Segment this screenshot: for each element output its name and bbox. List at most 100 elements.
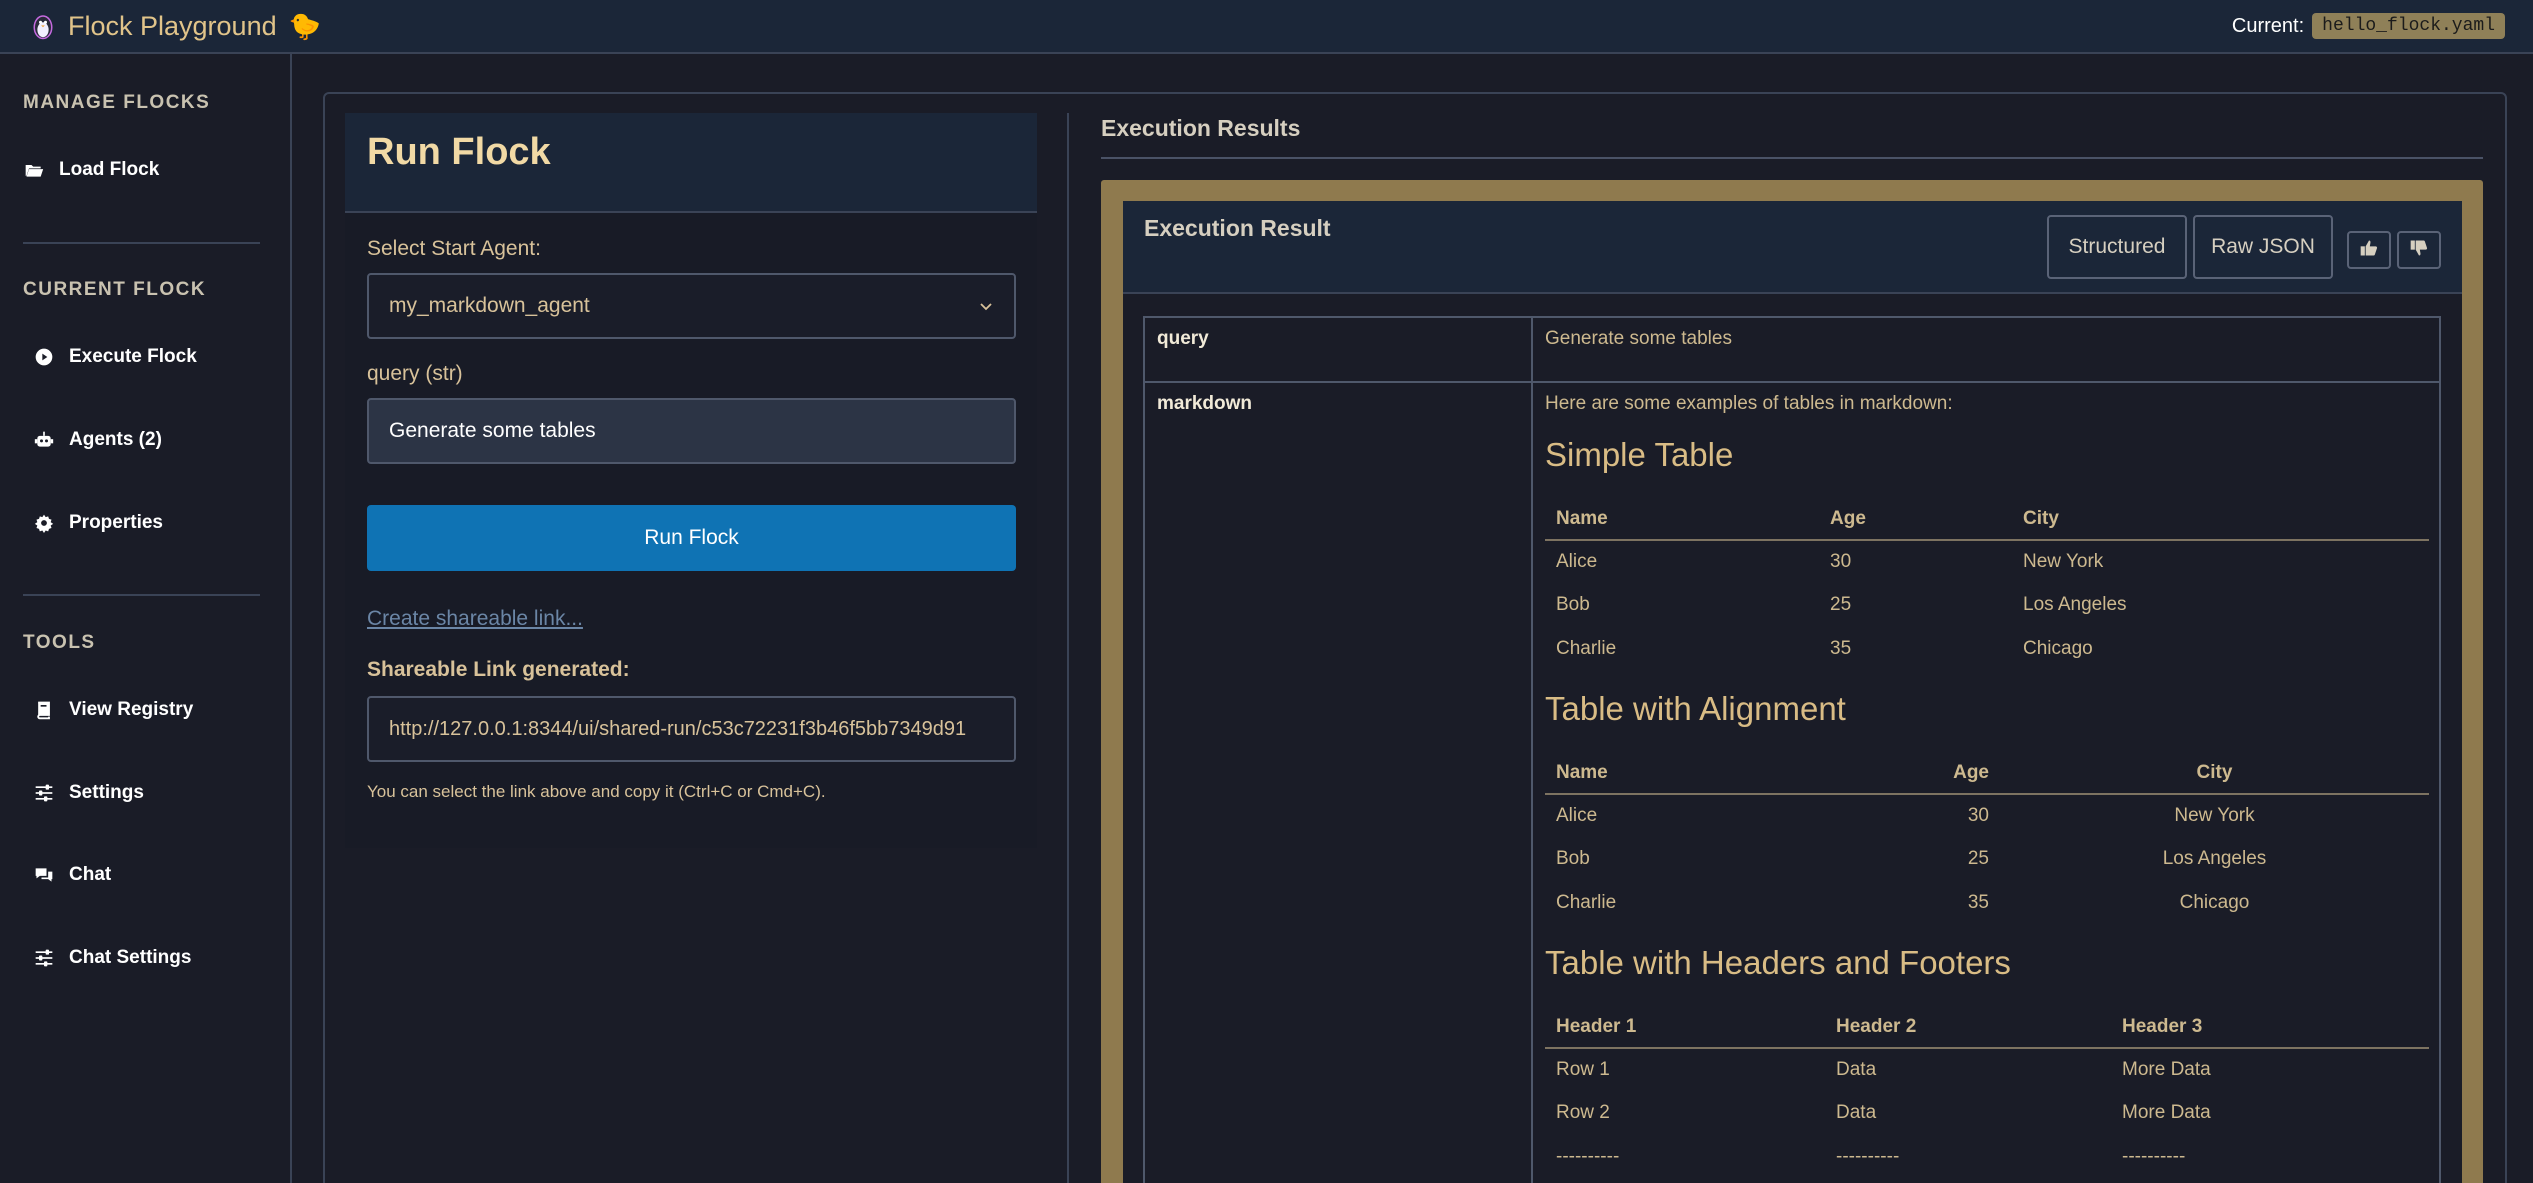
penguin-logo-icon bbox=[28, 11, 58, 41]
create-shareable-link[interactable]: Create shareable link... bbox=[367, 607, 583, 631]
table-row: Bob 25 Los Angeles bbox=[1545, 838, 2429, 882]
play-circle-icon bbox=[33, 346, 55, 368]
table-row: Alice 30 New York bbox=[1545, 794, 2429, 838]
markdown-intro: Here are some examples of tables in mark… bbox=[1545, 393, 1953, 414]
shareable-link-title: Shareable Link generated: bbox=[367, 658, 630, 681]
sliders-icon bbox=[33, 947, 55, 969]
run-flock-header: Run Flock bbox=[345, 113, 1037, 213]
panel-divider bbox=[1067, 113, 1069, 1183]
sidebar-divider bbox=[23, 594, 260, 596]
selected-agent-value: my_markdown_agent bbox=[389, 294, 590, 317]
shareable-link-hint: You can select the link above and copy i… bbox=[367, 782, 826, 801]
table-cell: Row 1 bbox=[1556, 1059, 1610, 1081]
app-header: Flock Playground 🐤 Current: hello_flock.… bbox=[0, 0, 2533, 54]
sidebar-item-chat[interactable]: Chat bbox=[33, 864, 111, 886]
table-cell: Chicago bbox=[2023, 637, 2093, 659]
table-cell: ---------- bbox=[1556, 1145, 1620, 1167]
table-cell: Alice bbox=[1556, 805, 1598, 827]
table-cell: Charlie bbox=[1556, 891, 1617, 913]
robot-icon bbox=[33, 429, 55, 451]
thumbs-down-icon bbox=[2409, 238, 2429, 263]
table-cell: Bob bbox=[1556, 848, 1590, 870]
app-title: Flock Playground bbox=[68, 10, 277, 41]
book-icon bbox=[33, 699, 55, 721]
start-agent-select[interactable]: my_markdown_agent bbox=[367, 273, 1016, 339]
table-cell: 35 bbox=[1830, 637, 1852, 659]
table-header: City bbox=[2000, 752, 2429, 795]
sidebar-item-properties[interactable]: Properties bbox=[33, 512, 163, 534]
shareable-link-field[interactable]: http://127.0.0.1:8344/ui/shared-run/c53c… bbox=[367, 696, 1016, 762]
sidebar-divider bbox=[23, 242, 260, 244]
table-cell: More Data bbox=[2122, 1059, 2211, 1081]
table-cell: More Data bbox=[2122, 1102, 2211, 1124]
thumbs-up-button[interactable] bbox=[2347, 231, 2391, 269]
thumbs-down-button[interactable] bbox=[2397, 231, 2441, 269]
section-title-current: CURRENT FLOCK bbox=[23, 279, 207, 300]
query-label: query (str) bbox=[367, 362, 463, 385]
sidebar-item-label: Chat bbox=[69, 864, 112, 885]
sidebar-item-label: Properties bbox=[69, 512, 163, 533]
table-cell: Alice bbox=[1556, 551, 1598, 573]
result-key-markdown: markdown bbox=[1145, 383, 1533, 1183]
section-title-tools: TOOLS bbox=[23, 632, 96, 653]
sidebar: MANAGE FLOCKS Load Flock CURRENT FLOCK E… bbox=[0, 54, 292, 1183]
sidebar-item-agents[interactable]: Agents (2) bbox=[33, 429, 162, 451]
md-heading-simple: Simple Table bbox=[1545, 436, 1734, 473]
sidebar-item-execute-flock[interactable]: Execute Flock bbox=[33, 346, 197, 368]
table-header: Age bbox=[1845, 752, 2000, 795]
table-row: ---------- ---------- ---------- bbox=[1545, 1135, 2429, 1179]
table-header: Header 3 bbox=[2111, 1006, 2429, 1049]
table-cell: ---------- bbox=[1836, 1145, 1900, 1167]
thumbs-up-icon bbox=[2359, 238, 2379, 263]
execution-result-title: Execution Result bbox=[1144, 215, 1331, 241]
sliders-icon bbox=[33, 782, 55, 804]
table-row: Charlie 35 Chicago bbox=[1545, 881, 2429, 925]
table-cell: Bob bbox=[1556, 594, 1590, 616]
folder-open-icon bbox=[23, 159, 45, 181]
run-flock-title: Run Flock bbox=[367, 131, 551, 173]
execution-result-card: Execution Result Structured Raw JSON que… bbox=[1123, 201, 2462, 1183]
md-heading-headers-footers: Table with Headers and Footers bbox=[1545, 944, 2011, 981]
table-row: Row 2 Data More Data bbox=[1545, 1092, 2429, 1136]
result-value-query: Generate some tables bbox=[1545, 328, 1732, 349]
table-cell: Row 2 bbox=[1556, 1102, 1610, 1124]
table-header: Name bbox=[1545, 752, 1845, 795]
sidebar-item-view-registry[interactable]: View Registry bbox=[33, 699, 193, 721]
table-row: Charlie 35 Chicago bbox=[1545, 627, 2429, 671]
run-flock-panel: Run Flock Select Start Agent: my_markdow… bbox=[345, 113, 1037, 848]
table-cell: New York bbox=[2174, 805, 2255, 827]
table-cell: Los Angeles bbox=[2023, 594, 2127, 616]
start-agent-label: Select Start Agent: bbox=[367, 237, 541, 260]
table-row: Bob 25 Los Angeles bbox=[1545, 584, 2429, 628]
table-header: City bbox=[2012, 498, 2429, 541]
table-cell: Data bbox=[1836, 1059, 1877, 1081]
section-title-manage: MANAGE FLOCKS bbox=[23, 92, 211, 113]
sidebar-item-settings[interactable]: Settings bbox=[33, 782, 144, 804]
sidebar-item-label: Chat Settings bbox=[69, 947, 192, 968]
table-cell: 25 bbox=[1967, 848, 1989, 870]
result-table: query Generate some tables markdown Here… bbox=[1143, 316, 2441, 1183]
structured-view-button[interactable]: Structured bbox=[2047, 215, 2187, 279]
current-file-badge: hello_flock.yaml bbox=[2312, 13, 2505, 39]
chick-emoji-icon: 🐤 bbox=[288, 10, 321, 41]
chevron-down-icon bbox=[978, 298, 994, 314]
table-row: Alice 30 New York bbox=[1545, 540, 2429, 584]
query-input[interactable]: Generate some tables bbox=[367, 398, 1016, 464]
table-header: Header 2 bbox=[1825, 1006, 2111, 1049]
table-cell: Chicago bbox=[2179, 891, 2250, 913]
chat-bubbles-icon bbox=[33, 864, 55, 886]
table-cell: 30 bbox=[1967, 805, 1989, 827]
run-flock-button[interactable]: Run Flock bbox=[367, 505, 1016, 571]
md-table-headers-footers: Header 1 Header 2 Header 3 Row 1 Data More… bbox=[1545, 1006, 2429, 1179]
sidebar-item-load-flock[interactable]: Load Flock bbox=[23, 159, 159, 181]
table-cell: 35 bbox=[1967, 891, 1989, 913]
md-table-simple: Name Age City Alice 30 New York Bob 25 Los A… bbox=[1545, 498, 2429, 671]
current-label: Current: bbox=[2231, 14, 2305, 37]
raw-json-button[interactable]: Raw JSON bbox=[2193, 215, 2333, 279]
md-heading-alignment: Table with Alignment bbox=[1545, 690, 1846, 727]
sidebar-item-chat-settings[interactable]: Chat Settings bbox=[33, 947, 191, 969]
table-row: Row 1 Data More Data bbox=[1545, 1048, 2429, 1092]
table-cell: 30 bbox=[1830, 551, 1852, 573]
gear-icon bbox=[33, 512, 55, 534]
results-divider bbox=[1101, 157, 2483, 159]
